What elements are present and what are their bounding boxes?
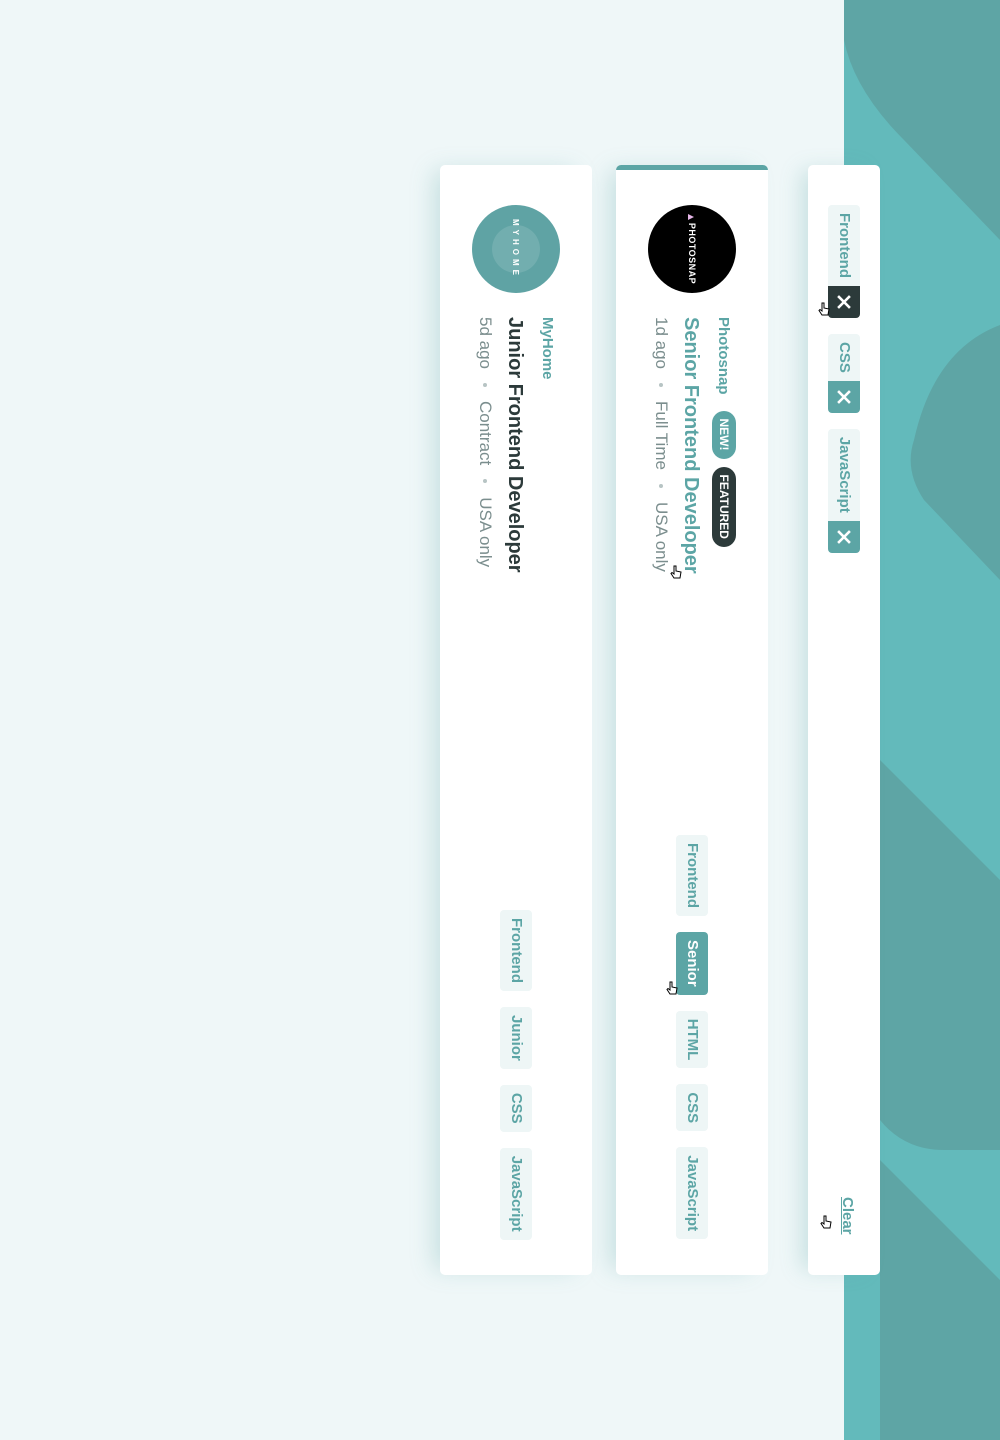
company-name: Photosnap	[715, 317, 733, 395]
job-info: MyHome Junior Frontend Developer 5d ago …	[475, 317, 560, 573]
active-filters: Frontend CSS JavaScript	[828, 205, 860, 553]
content-area: Frontend CSS JavaScript Clear PHOTOSNAP …	[440, 165, 880, 1275]
filter-tag-label: JavaScript	[828, 428, 860, 521]
company-logo: PHOTOSNAP	[648, 205, 736, 293]
filter-tag-css: CSS	[828, 334, 860, 413]
job-tags: Frontend Junior CSS JavaScript	[500, 910, 532, 1240]
job-position-title[interactable]: Junior Frontend Developer	[503, 317, 526, 573]
contract-type: Full Time	[652, 401, 671, 470]
job-meta: 1d ago Full Time USA only	[651, 317, 671, 574]
tag-javascript[interactable]: JavaScript	[676, 1147, 708, 1240]
tag-css[interactable]: CSS	[500, 1084, 532, 1132]
separator-dot	[483, 479, 487, 484]
job-location: USA only	[476, 497, 495, 568]
posted-at: 5d ago	[476, 317, 495, 369]
close-icon	[837, 390, 851, 404]
company-logo: MYHOME	[472, 205, 560, 293]
clear-filters-link[interactable]: Clear	[839, 1197, 856, 1235]
tag-css[interactable]: CSS	[676, 1084, 708, 1132]
tag-html[interactable]: HTML	[676, 1010, 708, 1069]
separator-dot	[659, 383, 663, 387]
job-tags: Frontend Senior HTML CSS JavaScript	[676, 835, 708, 1240]
tag-frontend[interactable]: Frontend	[500, 910, 532, 991]
new-badge: NEW!	[712, 410, 736, 459]
logo-ring	[492, 225, 540, 273]
company-name: MyHome	[539, 317, 557, 380]
posted-at: 1d ago	[652, 317, 671, 369]
remove-filter-button[interactable]	[828, 286, 860, 318]
job-position-title[interactable]: Senior Frontend Developer	[679, 317, 702, 574]
close-icon	[837, 529, 851, 544]
tag-frontend[interactable]: Frontend	[676, 835, 708, 916]
tag-junior[interactable]: Junior	[500, 1007, 532, 1069]
tag-senior[interactable]: Senior	[676, 932, 708, 995]
logo-wordmark: PHOTOSNAP	[687, 222, 697, 285]
filter-tag-frontend: Frontend	[828, 205, 860, 318]
triangle-icon	[688, 213, 695, 220]
job-info: Photosnap NEW! FEATURED Senior Frontend …	[651, 317, 736, 574]
logo-text: PHOTOSNAP	[687, 213, 697, 285]
separator-dot	[659, 483, 663, 488]
contract-type: Contract	[476, 401, 495, 466]
separator-dot	[483, 383, 487, 387]
tag-javascript[interactable]: JavaScript	[500, 1147, 532, 1240]
filter-tag-javascript: JavaScript	[828, 428, 860, 553]
featured-badge: FEATURED	[712, 466, 736, 547]
job-location: USA only	[652, 501, 671, 572]
filter-tag-label: Frontend	[828, 205, 860, 286]
close-icon	[837, 295, 851, 309]
remove-filter-button[interactable]	[828, 380, 860, 413]
filter-tag-label: CSS	[828, 334, 860, 381]
job-card: PHOTOSNAP Photosnap NEW! FEATURED Senior…	[616, 165, 768, 1275]
job-header-row: Photosnap NEW! FEATURED	[712, 317, 736, 574]
job-meta: 5d ago Contract USA only	[475, 317, 495, 573]
job-header-row: MyHome	[536, 317, 560, 573]
remove-filter-button[interactable]	[828, 520, 860, 553]
job-card: MYHOME MyHome Junior Frontend Developer …	[440, 165, 592, 1275]
filter-bar: Frontend CSS JavaScript Clear	[808, 165, 880, 1275]
